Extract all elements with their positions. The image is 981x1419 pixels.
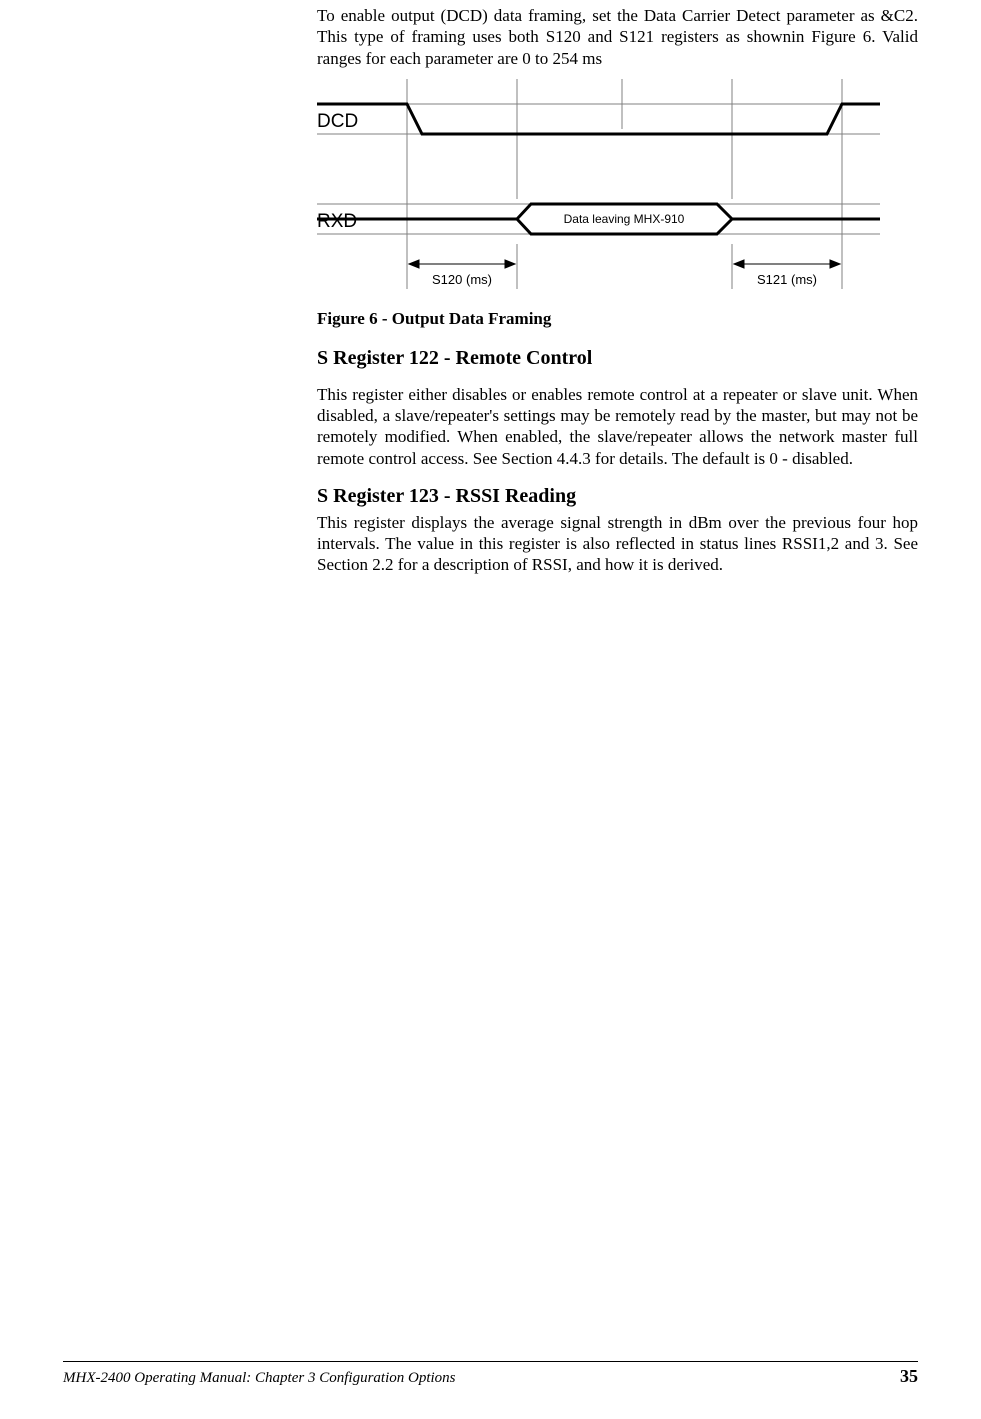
section-body-123: This register displays the average signa… [317,512,918,576]
dcd-signal-label: DCD [317,111,358,132]
data-box-label: Data leaving MHX-910 [564,212,685,226]
s120-label: S120 (ms) [432,272,492,287]
rxd-signal-label: RXD [317,211,357,232]
s121-label: S121 (ms) [757,272,817,287]
section-heading-123: S Register 123 - RSSI Reading [317,485,918,508]
footer-title: MHX-2400 Operating Manual: Chapter 3 Con… [63,1370,456,1387]
intro-paragraph: To enable output (DCD) data framing, set… [317,5,918,69]
page-number: 35 [900,1366,918,1387]
section-body-122: This register either disables or enables… [317,384,918,469]
timing-diagram: Data leaving MHX-910 S120 (ms) S121 (ms)… [317,79,880,299]
section-heading-122: S Register 122 - Remote Control [317,347,918,370]
figure-caption: Figure 6 - Output Data Framing [317,309,918,329]
page-footer: MHX-2400 Operating Manual: Chapter 3 Con… [63,1361,918,1387]
